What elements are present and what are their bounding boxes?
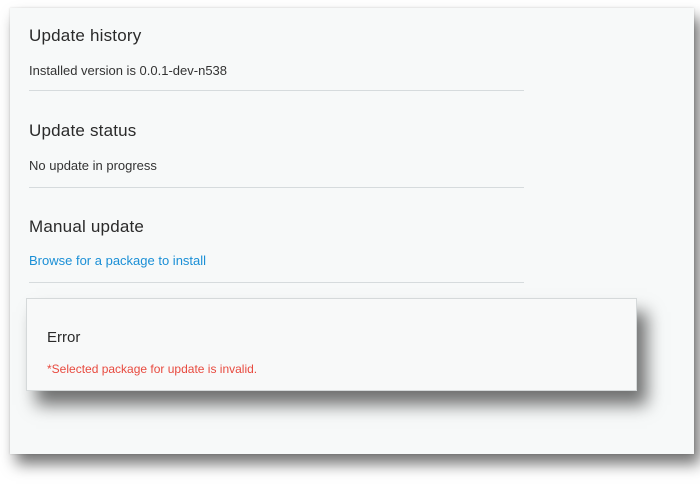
update-history-section: Update history Installed version is 0.0.… bbox=[29, 8, 524, 91]
error-message: *Selected package for update is invalid. bbox=[47, 362, 258, 376]
update-history-title: Update history bbox=[29, 26, 142, 45]
manual-update-section: Manual update Browse for a package to in… bbox=[29, 188, 524, 283]
installed-version-text: Installed version is 0.0.1-dev-n538 bbox=[29, 63, 228, 78]
update-status-text: No update in progress bbox=[29, 158, 157, 173]
manual-update-title: Manual update bbox=[29, 217, 145, 236]
update-status-title: Update status bbox=[29, 121, 137, 140]
error-dialog-title: Error bbox=[47, 329, 81, 346]
browse-package-link[interactable]: Browse for a package to install bbox=[29, 253, 206, 268]
error-dialog: Error *Selected package for update is in… bbox=[26, 298, 637, 391]
update-status-section: Update status No update in progress bbox=[29, 91, 524, 188]
